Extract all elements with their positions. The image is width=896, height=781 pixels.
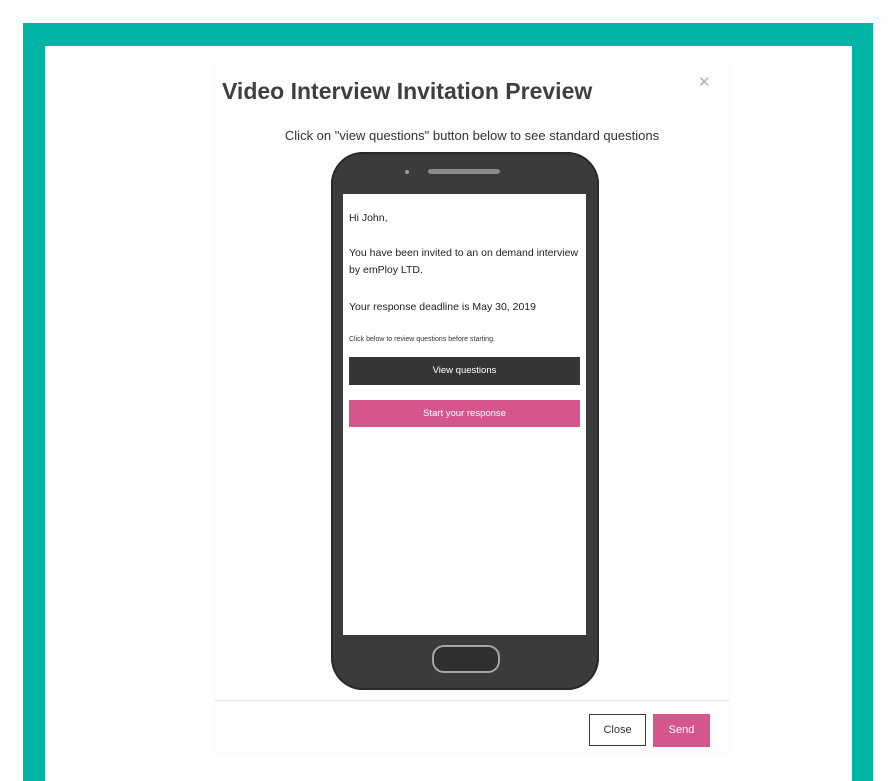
footer-divider: [214, 700, 730, 701]
close-icon[interactable]: ✕: [698, 73, 711, 91]
email-note: Click below to review questions before s…: [349, 336, 495, 343]
phone-camera-icon: [405, 170, 409, 174]
email-invite-text: You have been invited to an on demand in…: [349, 247, 579, 276]
start-response-button[interactable]: Start your response: [349, 400, 580, 427]
modal-title: Video Interview Invitation Preview: [222, 78, 593, 104]
phone-speaker-icon: [428, 169, 500, 174]
modal-subtitle: Click on "view questions" button below t…: [284, 128, 660, 143]
email-greeting: Hi John,: [349, 212, 388, 224]
send-button[interactable]: Send: [653, 714, 710, 747]
close-button[interactable]: Close: [589, 714, 646, 746]
view-questions-button[interactable]: View questions: [349, 357, 580, 385]
email-deadline-text: Your response deadline is May 30, 2019: [349, 301, 536, 313]
phone-home-button[interactable]: [432, 645, 500, 673]
